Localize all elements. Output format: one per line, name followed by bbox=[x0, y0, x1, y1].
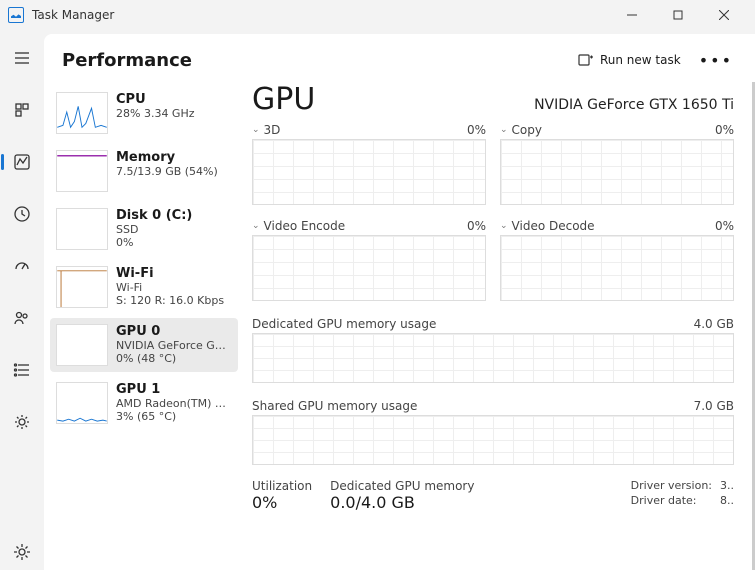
list-item-cpu[interactable]: CPU 28% 3.34 GHz bbox=[50, 86, 238, 140]
list-item-sub: 28% 3.34 GHz bbox=[116, 107, 232, 120]
list-item-disk[interactable]: Disk 0 (C:) SSD 0% bbox=[50, 202, 238, 256]
list-item-label: Memory bbox=[116, 150, 232, 165]
page-title: Performance bbox=[62, 50, 192, 71]
chart-3d bbox=[252, 139, 486, 205]
driver-version-label: Driver version: bbox=[631, 479, 712, 492]
list-item-label: Wi-Fi bbox=[116, 266, 232, 281]
pane-label[interactable]: Copy bbox=[512, 123, 542, 137]
nav-processes-icon[interactable] bbox=[4, 92, 40, 128]
nav-history-icon[interactable] bbox=[4, 196, 40, 232]
memory-thumb-icon bbox=[56, 150, 108, 192]
nav-performance-icon[interactable] bbox=[4, 144, 40, 180]
stat-label: Utilization bbox=[252, 479, 312, 493]
maximize-button[interactable] bbox=[655, 0, 701, 30]
list-item-memory[interactable]: Memory 7.5/13.9 GB (54%) bbox=[50, 144, 238, 198]
nav-services-icon[interactable] bbox=[4, 404, 40, 440]
nav-details-icon[interactable] bbox=[4, 352, 40, 388]
minimize-button[interactable] bbox=[609, 0, 655, 30]
chevron-down-icon[interactable]: ⌄ bbox=[252, 221, 260, 231]
list-item-gpu1[interactable]: GPU 1 AMD Radeon(TM) … 3% (65 °C) bbox=[50, 376, 238, 430]
list-item-sub2: 3% (65 °C) bbox=[116, 410, 232, 423]
list-item-label: GPU 1 bbox=[116, 382, 232, 397]
cpu-thumb-icon bbox=[56, 92, 108, 134]
driver-version-value: 3.. bbox=[720, 479, 734, 492]
detail-pane: GPU NVIDIA GeForce GTX 1650 Ti ⌄ 3D 0% ⌄ Co… bbox=[244, 82, 755, 570]
dedicated-label: Dedicated GPU memory usage bbox=[252, 317, 436, 331]
wifi-thumb-icon bbox=[56, 266, 108, 308]
list-item-sub: Wi-Fi bbox=[116, 281, 232, 294]
list-item-sub2: S: 120 R: 16.0 Kbps bbox=[116, 294, 232, 307]
run-task-icon bbox=[578, 52, 594, 68]
chart-shared bbox=[252, 415, 734, 465]
gpu1-thumb-icon bbox=[56, 382, 108, 424]
page-header: Performance Run new task ••• bbox=[44, 34, 755, 82]
driver-date-label: Driver date: bbox=[631, 494, 712, 507]
gpu0-thumb-icon bbox=[56, 324, 108, 366]
list-item-sub2: 0% bbox=[116, 236, 232, 249]
driver-date-value: 8.. bbox=[720, 494, 734, 507]
close-button[interactable] bbox=[701, 0, 747, 30]
run-new-task-button[interactable]: Run new task bbox=[574, 48, 685, 72]
list-item-sub: AMD Radeon(TM) … bbox=[116, 397, 232, 410]
stat-label: Dedicated GPU memory bbox=[330, 479, 474, 493]
chevron-down-icon[interactable]: ⌄ bbox=[252, 125, 260, 135]
list-item-sub2: 0% (48 °C) bbox=[116, 352, 232, 365]
nav-settings-icon[interactable] bbox=[4, 534, 40, 570]
shared-memory-section: Shared GPU memory usage 7.0 GB bbox=[252, 397, 734, 465]
list-item-label: CPU bbox=[116, 92, 232, 107]
list-item-label: GPU 0 bbox=[116, 324, 232, 339]
pane-video-encode: ⌄ Video Encode 0% bbox=[252, 217, 486, 301]
list-item-sub: SSD bbox=[116, 223, 232, 236]
detail-title: GPU bbox=[252, 82, 315, 117]
dedicated-memory-section: Dedicated GPU memory usage 4.0 GB bbox=[252, 315, 734, 383]
detail-model: NVIDIA GeForce GTX 1650 Ti bbox=[534, 97, 734, 113]
resource-list: CPU 28% 3.34 GHz Memory 7.5/13.9 GB (54%… bbox=[44, 82, 244, 570]
pane-video-decode: ⌄ Video Decode 0% bbox=[500, 217, 734, 301]
more-button[interactable]: ••• bbox=[695, 51, 737, 70]
titlebar: Task Manager bbox=[0, 0, 755, 30]
pane-value: 0% bbox=[715, 219, 734, 233]
pane-3d: ⌄ 3D 0% bbox=[252, 121, 486, 205]
stat-value: 0% bbox=[252, 493, 312, 512]
list-item-sub: NVIDIA GeForce G… bbox=[116, 339, 232, 352]
pane-label[interactable]: Video Decode bbox=[512, 219, 595, 233]
chevron-down-icon[interactable]: ⌄ bbox=[500, 125, 508, 135]
stat-value: 0.0/4.0 GB bbox=[330, 493, 474, 512]
pane-label[interactable]: Video Encode bbox=[264, 219, 346, 233]
shared-max: 7.0 GB bbox=[694, 399, 734, 413]
chart-venc bbox=[252, 235, 486, 301]
list-item-sub: 7.5/13.9 GB (54%) bbox=[116, 165, 232, 178]
chart-vdec bbox=[500, 235, 734, 301]
pane-value: 0% bbox=[467, 219, 486, 233]
nav-users-icon[interactable] bbox=[4, 300, 40, 336]
dedicated-max: 4.0 GB bbox=[694, 317, 734, 331]
list-item-gpu0[interactable]: GPU 0 NVIDIA GeForce G… 0% (48 °C) bbox=[50, 318, 238, 372]
pane-value: 0% bbox=[715, 123, 734, 137]
stats-row: Utilization 0% Dedicated GPU memory 0.0/… bbox=[252, 479, 734, 512]
chart-dedicated bbox=[252, 333, 734, 383]
shared-label: Shared GPU memory usage bbox=[252, 399, 417, 413]
nav-startup-icon[interactable] bbox=[4, 248, 40, 284]
list-item-label: Disk 0 (C:) bbox=[116, 208, 232, 223]
pane-value: 0% bbox=[467, 123, 486, 137]
disk-thumb-icon bbox=[56, 208, 108, 250]
pane-copy: ⌄ Copy 0% bbox=[500, 121, 734, 205]
window-title: Task Manager bbox=[32, 8, 114, 22]
chevron-down-icon[interactable]: ⌄ bbox=[500, 221, 508, 231]
hamburger-icon[interactable] bbox=[4, 40, 40, 76]
nav-rail bbox=[0, 30, 44, 570]
app-icon bbox=[8, 7, 24, 23]
list-item-wifi[interactable]: Wi-Fi Wi-Fi S: 120 R: 16.0 Kbps bbox=[50, 260, 238, 314]
chart-copy bbox=[500, 139, 734, 205]
pane-label[interactable]: 3D bbox=[264, 123, 281, 137]
